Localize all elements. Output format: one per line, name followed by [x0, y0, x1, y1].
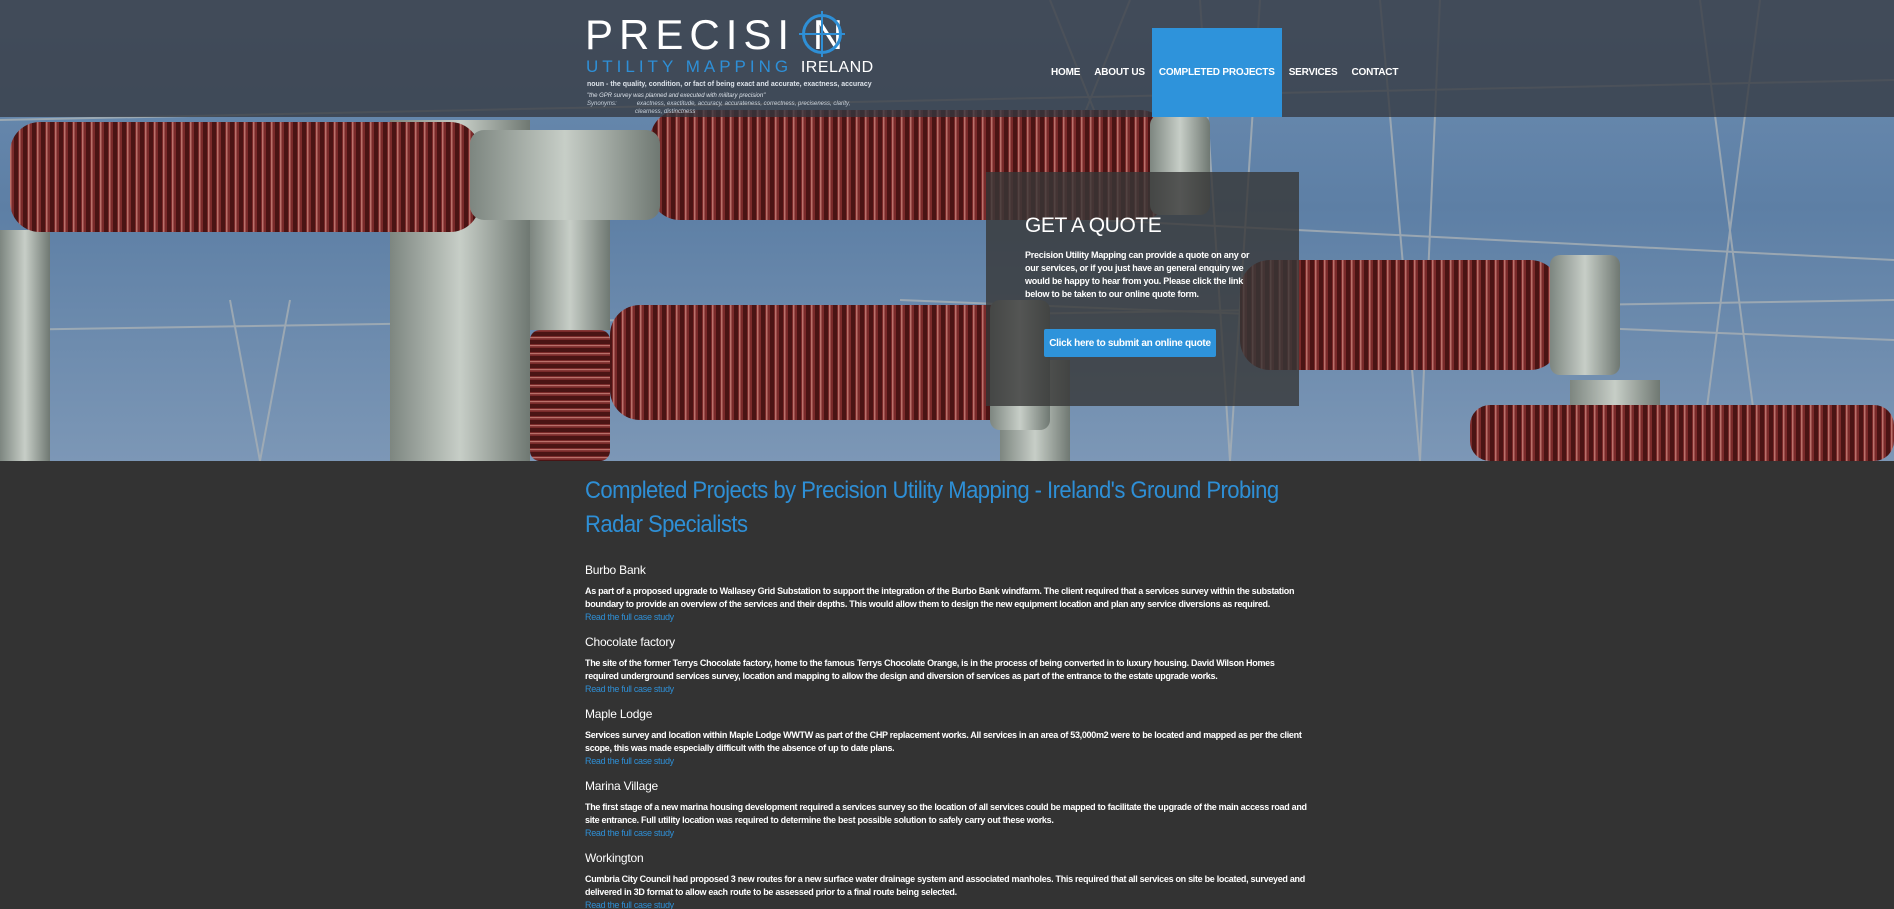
- project-description: Cumbria City Council had proposed 3 new …: [585, 874, 1305, 897]
- quote-panel: GET A QUOTE Precision Utility Mapping ca…: [986, 172, 1299, 406]
- logo-synonyms-list: exactness, exactitude, accuracy, accurat…: [636, 101, 851, 107]
- project-item: Burbo Bank As part of a proposed upgrade…: [585, 563, 1310, 624]
- case-study-link[interactable]: Read the full case study: [585, 683, 1310, 696]
- nav-completed-projects[interactable]: COMPLETED PROJECTS: [1151, 28, 1282, 117]
- case-study-link[interactable]: Read the full case study: [585, 827, 1310, 840]
- project-description: The first stage of a new marina housing …: [585, 802, 1307, 825]
- logo-synonyms-cont: clearness, distinctness: [635, 109, 696, 115]
- main-content: Completed Projects by Precision Utility …: [585, 474, 1310, 909]
- project-description: Services survey and location within Mapl…: [585, 730, 1302, 753]
- quote-text: Precision Utility Mapping can provide a …: [1025, 250, 1250, 299]
- logo-definition: noun - the quality, condition, or fact o…: [587, 81, 872, 88]
- case-study-link[interactable]: Read the full case study: [585, 899, 1310, 909]
- hero-banner: PRECISI N UTILITY MAPPING IRELAND noun -…: [0, 0, 1894, 461]
- project-title: Workington: [585, 851, 644, 865]
- logo-quote: "the GPR survey was planned and executed…: [587, 93, 766, 99]
- logo-synonyms: Synonyms: exactness, exactitude, accurac…: [587, 101, 850, 107]
- case-study-link[interactable]: Read the full case study: [585, 755, 1310, 768]
- project-item: Chocolate factory The site of the former…: [585, 635, 1310, 696]
- project-item: Marina Village The first stage of a new …: [585, 779, 1310, 840]
- project-title: Burbo Bank: [585, 563, 646, 577]
- page-title: Completed Projects by Precision Utility …: [585, 477, 1279, 538]
- project-title: Maple Lodge: [585, 707, 653, 721]
- case-study-link[interactable]: Read the full case study: [585, 611, 1310, 624]
- submit-quote-button[interactable]: Click here to submit an online quote: [1044, 329, 1216, 357]
- project-item: Workington Cumbria City Council had prop…: [585, 851, 1310, 909]
- header-bar: [0, 0, 1894, 117]
- logo-synonyms-label: Synonyms:: [587, 101, 617, 107]
- logo-country: IRELAND: [800, 59, 874, 76]
- main-nav: HOME ABOUT US COMPLETED PROJECTS SERVICE…: [1044, 28, 1405, 117]
- project-title: Marina Village: [585, 779, 659, 793]
- nav-about-us[interactable]: ABOUT US: [1087, 28, 1152, 117]
- nav-contact[interactable]: CONTACT: [1344, 28, 1405, 117]
- project-description: The site of the former Terrys Chocolate …: [585, 658, 1275, 681]
- nav-services[interactable]: SERVICES: [1282, 28, 1345, 117]
- crosshair-icon: [799, 11, 845, 57]
- project-title: Chocolate factory: [585, 635, 675, 649]
- nav-home[interactable]: HOME: [1044, 28, 1087, 117]
- project-description: As part of a proposed upgrade to Wallase…: [585, 586, 1295, 609]
- project-item: Maple Lodge Services survey and location…: [585, 707, 1310, 768]
- quote-title: GET A QUOTE: [1025, 214, 1162, 237]
- logo-subtitle: UTILITY MAPPING IRELAND: [586, 57, 874, 77]
- site-logo[interactable]: PRECISI N UTILITY MAPPING IRELAND noun -…: [585, 11, 885, 115]
